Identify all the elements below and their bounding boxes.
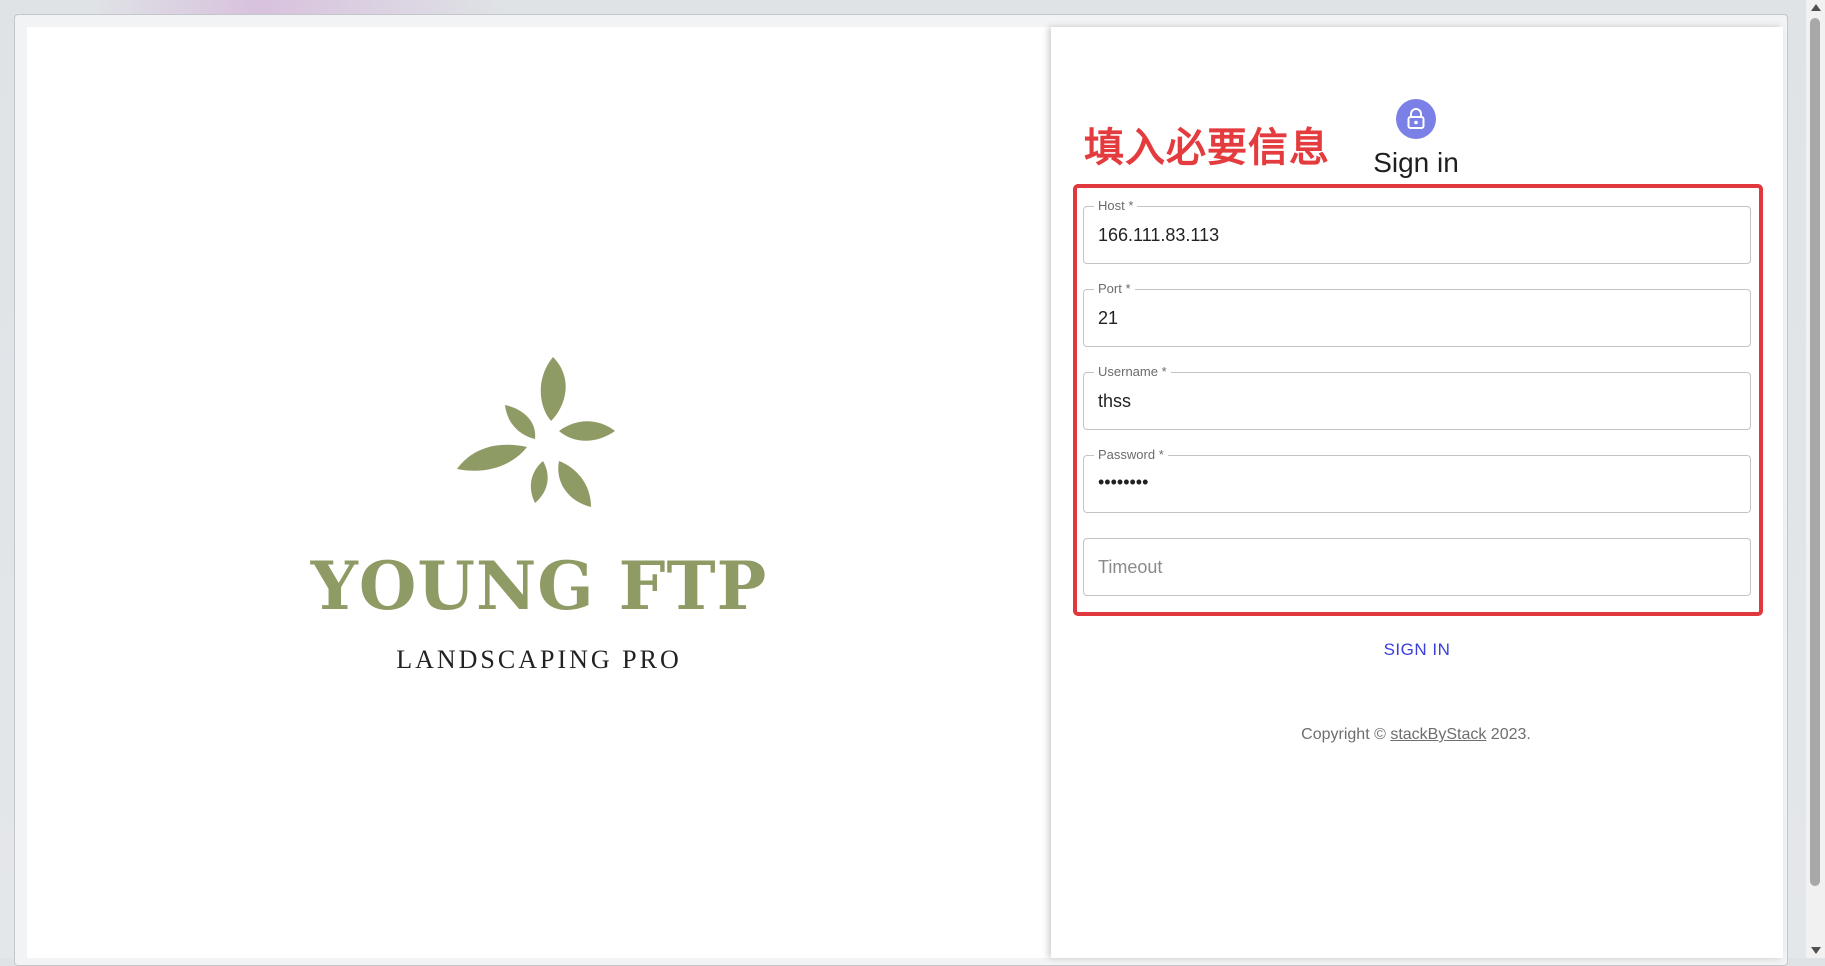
- lock-icon: [1407, 108, 1425, 129]
- copyright-prefix: Copyright ©: [1301, 726, 1391, 743]
- scroll-up-icon[interactable]: [1811, 4, 1821, 11]
- timeout-field[interactable]: Timeout: [1083, 538, 1751, 596]
- signin-panel: 填入必要信息 Sign in Host * 166.111.83.113 Por…: [1051, 27, 1783, 958]
- logo-block: YOUNG FTP LANDSCAPING PRO: [27, 355, 1051, 675]
- copyright-footer: Copyright © stackByStack 2023.: [1201, 726, 1631, 744]
- leaf-flower-icon: [457, 357, 615, 507]
- brand-tagline: LANDSCAPING PRO: [396, 645, 682, 674]
- copyright-suffix: 2023.: [1486, 726, 1531, 743]
- scroll-down-icon[interactable]: [1811, 947, 1821, 954]
- timeout-input[interactable]: Timeout: [1098, 557, 1162, 578]
- port-input[interactable]: 21: [1098, 308, 1118, 329]
- vertical-scrollbar[interactable]: [1806, 0, 1825, 958]
- username-field[interactable]: Username * thss: [1083, 364, 1751, 430]
- brand-name: YOUNG FTP: [310, 547, 768, 625]
- username-label: Username *: [1094, 364, 1171, 380]
- host-input[interactable]: 166.111.83.113: [1098, 225, 1219, 246]
- signin-title: Sign in: [1373, 147, 1459, 178]
- lock-avatar: [1396, 99, 1436, 139]
- signin-button[interactable]: SIGN IN: [1362, 640, 1472, 660]
- scroll-thumb[interactable]: [1810, 18, 1820, 886]
- password-label: Password *: [1094, 447, 1168, 463]
- brand-panel: YOUNG FTP LANDSCAPING PRO: [27, 27, 1051, 958]
- port-label: Port *: [1094, 281, 1135, 297]
- host-field[interactable]: Host * 166.111.83.113: [1083, 198, 1751, 264]
- port-field[interactable]: Port * 21: [1083, 281, 1751, 347]
- username-input[interactable]: thss: [1098, 391, 1131, 412]
- host-label: Host *: [1094, 198, 1138, 214]
- password-input[interactable]: ••••••••: [1098, 472, 1148, 493]
- footer-link[interactable]: stackByStack: [1390, 726, 1486, 743]
- password-field[interactable]: Password * ••••••••: [1083, 447, 1751, 513]
